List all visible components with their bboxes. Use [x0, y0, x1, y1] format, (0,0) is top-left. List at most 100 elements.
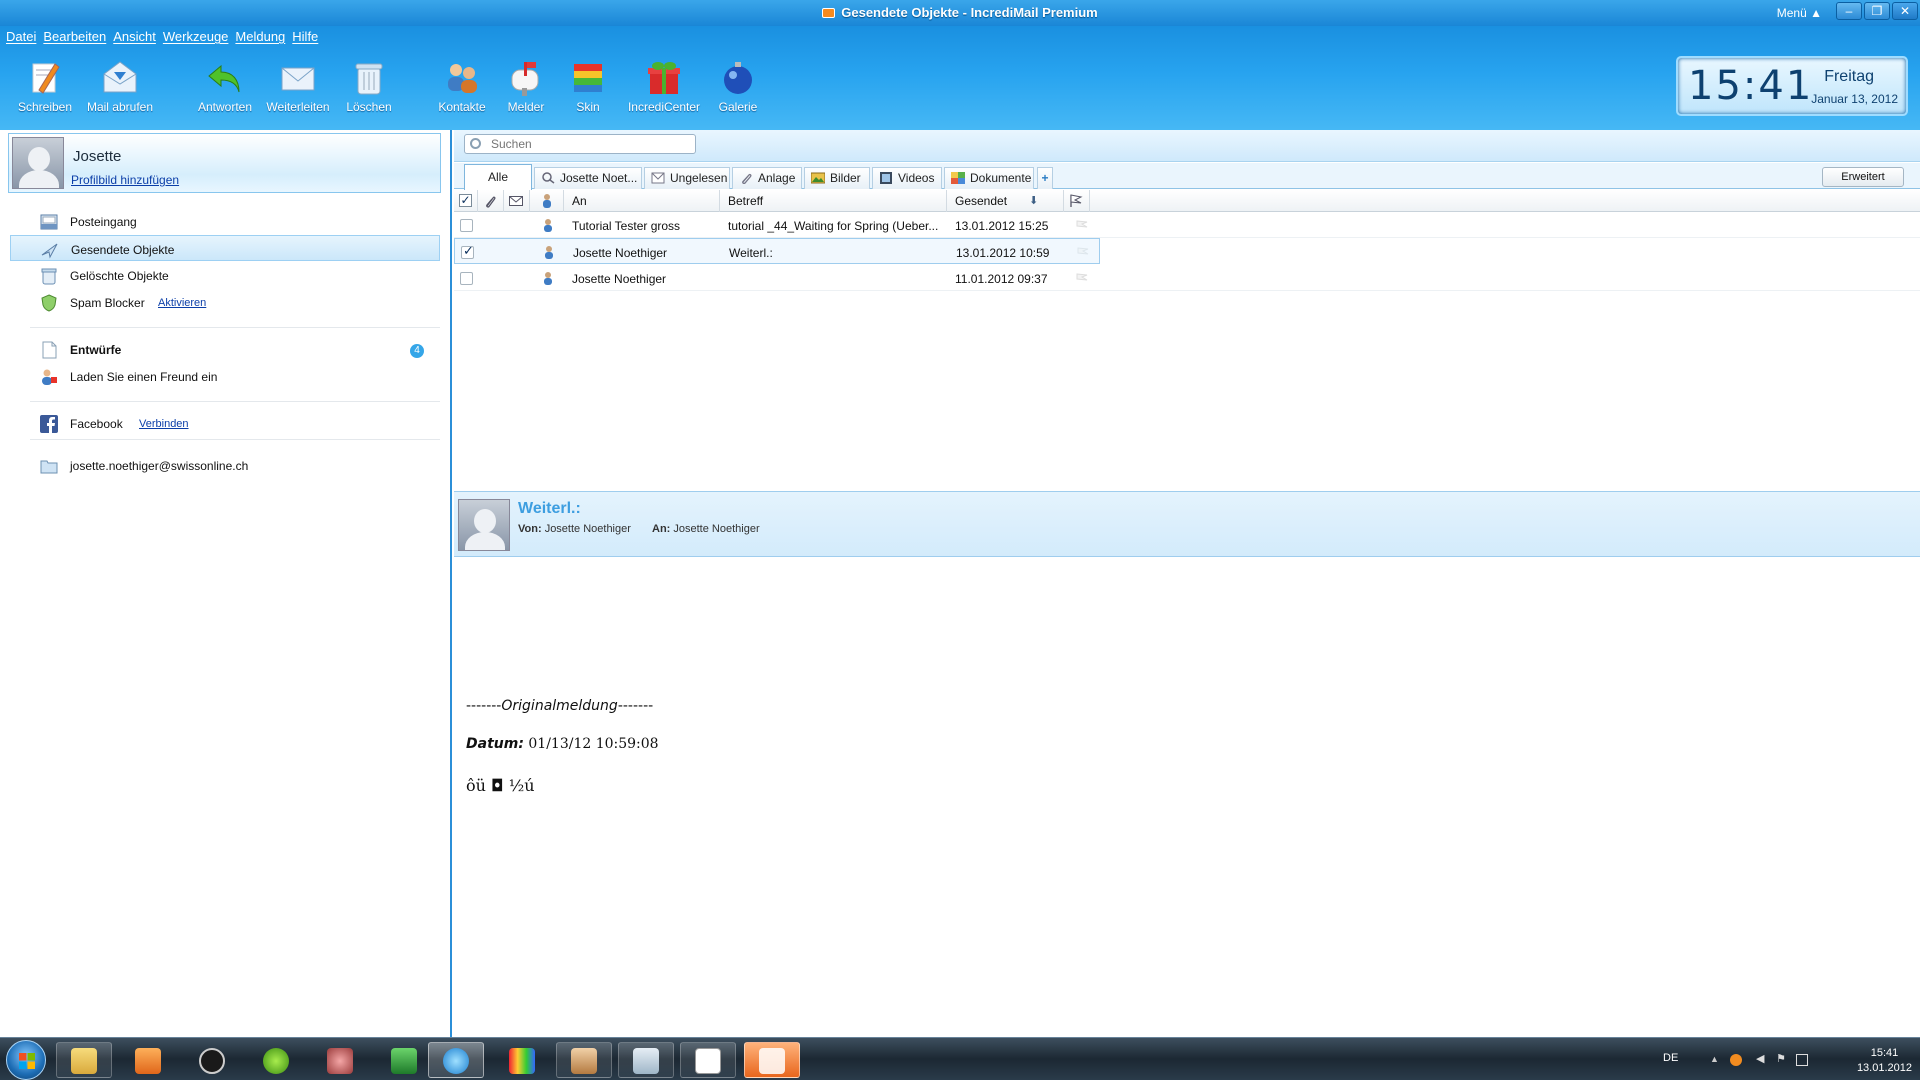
- column-flag[interactable]: [1064, 190, 1090, 212]
- sender-avatar: [458, 499, 510, 551]
- taskbar-app-tools[interactable]: [376, 1042, 432, 1078]
- folder-spam-blocker[interactable]: Spam Blocker Aktivieren: [10, 289, 440, 315]
- row-checkbox[interactable]: [460, 219, 473, 232]
- gallery-button[interactable]: Galerie: [699, 58, 777, 114]
- flag-icon[interactable]: [1077, 247, 1089, 257]
- incredimail-tray-icon[interactable]: [1730, 1054, 1742, 1066]
- documents-icon: [951, 172, 965, 184]
- preview-subject: Weiterl.:: [518, 500, 581, 517]
- file-manager-icon: [633, 1048, 659, 1074]
- app-menu-button[interactable]: Menü ▲: [1777, 6, 1822, 20]
- folder-inbox[interactable]: Posteingang: [10, 208, 440, 234]
- row-checkbox[interactable]: [460, 272, 473, 285]
- facebook-item[interactable]: Facebook Verbinden: [10, 410, 440, 436]
- add-profile-picture-link[interactable]: Profilbild hinzufügen: [71, 173, 179, 187]
- hp-icon: [199, 1048, 225, 1074]
- preview-from-value[interactable]: Josette Noethiger: [545, 523, 631, 535]
- tab-videos[interactable]: Videos: [872, 167, 942, 189]
- taskbar-scissors[interactable]: [312, 1042, 368, 1078]
- volume-icon[interactable]: ◀: [1756, 1052, 1768, 1065]
- close-button[interactable]: ✕: [1892, 2, 1918, 20]
- taskbar-media-player[interactable]: [120, 1042, 176, 1078]
- taskbar-internet-explorer[interactable]: [428, 1042, 484, 1078]
- compose-button[interactable]: Schreiben: [6, 58, 84, 114]
- shield-icon: [41, 294, 57, 312]
- get-mail-button[interactable]: Mail abrufen: [81, 58, 159, 114]
- menu-meldung[interactable]: Meldung: [235, 29, 285, 44]
- action-center-flag-icon[interactable]: ⚑: [1776, 1052, 1788, 1065]
- add-tab-button[interactable]: +: [1037, 167, 1053, 189]
- tab-attachment[interactable]: Anlage: [732, 167, 802, 189]
- preview-to-value[interactable]: Josette Noethiger: [673, 523, 759, 535]
- menu-hilfe[interactable]: Hilfe: [292, 29, 318, 44]
- menu-datei[interactable]: Datei: [6, 29, 36, 44]
- taskbar-solitaire[interactable]: [680, 1042, 736, 1078]
- tab-documents-label: Dokumente: [970, 171, 1032, 185]
- search-input[interactable]: [464, 134, 696, 154]
- account-item[interactable]: josette.noethiger@swissonline.ch: [10, 452, 440, 478]
- row-checkbox[interactable]: [461, 243, 474, 259]
- column-subject[interactable]: Betreff: [720, 190, 947, 212]
- avatar[interactable]: [12, 137, 64, 189]
- tab-contact[interactable]: Josette Noet...: [534, 167, 642, 189]
- taskbar-file-manager[interactable]: [618, 1042, 674, 1078]
- column-sent[interactable]: Gesendet ⬇: [947, 190, 1064, 212]
- column-read-status[interactable]: [504, 190, 530, 212]
- table-row[interactable]: Tutorial Tester gross tutorial _44_Waiti…: [454, 212, 1920, 238]
- column-to[interactable]: An: [564, 190, 720, 212]
- advanced-search-button[interactable]: Erweitert: [1822, 167, 1904, 187]
- menu-ansicht[interactable]: Ansicht: [113, 29, 156, 44]
- taskbar-photo-app[interactable]: [556, 1042, 612, 1078]
- start-button[interactable]: [6, 1040, 46, 1080]
- minimize-button[interactable]: –: [1836, 2, 1862, 20]
- photo-app-icon: [571, 1048, 597, 1074]
- taskbar-app-chart[interactable]: [494, 1042, 550, 1078]
- delete-button[interactable]: Löschen: [330, 58, 408, 114]
- select-all-checkbox[interactable]: ✓: [454, 190, 478, 212]
- show-hidden-icons-icon[interactable]: ▲: [1710, 1054, 1722, 1066]
- taskbar-clock[interactable]: 15:41 13.01.2012: [1857, 1046, 1912, 1076]
- invite-friend-label: Laden Sie einen Freund ein: [70, 370, 218, 384]
- window-title-text: Gesendete Objekte - IncrediMail Premium: [841, 5, 1098, 20]
- language-indicator[interactable]: DE: [1663, 1052, 1678, 1064]
- table-row[interactable]: Josette Noethiger Weiterl.: 13.01.2012 1…: [454, 238, 1100, 264]
- get-mail-icon: [100, 58, 140, 98]
- reply-button[interactable]: Antworten: [186, 58, 264, 114]
- taskbar-hp[interactable]: [184, 1042, 240, 1078]
- taskbar-app-green[interactable]: [248, 1042, 304, 1078]
- menu-werkzeuge[interactable]: Werkzeuge: [163, 29, 229, 44]
- spam-activate-link[interactable]: Aktivieren: [158, 297, 206, 309]
- windows-logo-icon: [19, 1053, 35, 1069]
- tab-images[interactable]: Bilder: [804, 167, 870, 189]
- folder-sent[interactable]: Gesendete Objekte: [10, 235, 440, 261]
- taskbar-explorer[interactable]: [56, 1042, 112, 1078]
- tab-documents[interactable]: Dokumente: [944, 167, 1034, 189]
- tab-contact-label: Josette Noet...: [560, 171, 638, 185]
- facebook-connect-link[interactable]: Verbinden: [139, 418, 189, 430]
- tab-attachment-label: Anlage: [758, 171, 796, 185]
- folder-deleted[interactable]: Gelöschte Objekte: [10, 262, 440, 288]
- column-sent-label: Gesendet: [955, 194, 1008, 208]
- column-attachment[interactable]: [478, 190, 504, 212]
- forward-button[interactable]: Weiterleiten: [259, 58, 337, 114]
- tab-unread[interactable]: Ungelesen: [644, 167, 730, 189]
- table-row[interactable]: Josette Noethiger 11.01.2012 09:37: [454, 265, 1920, 291]
- app-menu-label: Menü: [1776, 6, 1807, 20]
- folder-drafts[interactable]: Entwürfe 4: [10, 336, 440, 362]
- network-icon[interactable]: [1796, 1054, 1808, 1066]
- flag-icon[interactable]: [1076, 220, 1088, 230]
- flag-icon[interactable]: [1076, 273, 1088, 283]
- folder-drafts-label: Entwürfe: [70, 343, 122, 357]
- tab-all[interactable]: Alle: [464, 164, 532, 190]
- search-icon: [470, 138, 481, 149]
- incredicenter-button[interactable]: IncrediCenter: [625, 58, 703, 114]
- maximize-button[interactable]: ❐: [1864, 2, 1890, 20]
- skin-button[interactable]: Skin: [549, 58, 627, 114]
- inbox-icon: [40, 214, 58, 230]
- taskbar-incredimail[interactable]: [744, 1042, 800, 1078]
- person-icon: [545, 246, 553, 259]
- clock-time: 15:41: [1688, 63, 1814, 109]
- invite-friend-item[interactable]: Laden Sie einen Freund ein: [10, 363, 440, 389]
- column-person[interactable]: [530, 190, 564, 212]
- menu-bearbeiten[interactable]: Bearbeiten: [43, 29, 106, 44]
